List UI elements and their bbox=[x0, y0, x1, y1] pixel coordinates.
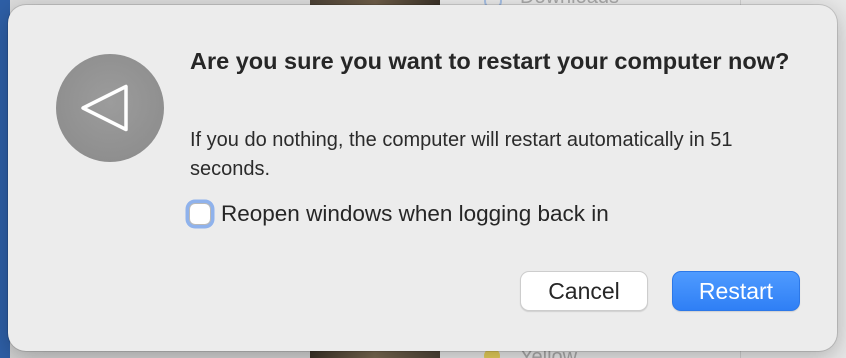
reopen-windows-checkbox[interactable] bbox=[189, 203, 211, 225]
restart-triangle-icon bbox=[56, 54, 164, 162]
reopen-windows-label[interactable]: Reopen windows when logging back in bbox=[221, 201, 609, 227]
dialog-title: Are you sure you want to restart your co… bbox=[190, 48, 790, 74]
cancel-button[interactable]: Cancel bbox=[520, 271, 648, 311]
reopen-windows-checkbox-row[interactable]: Reopen windows when logging back in bbox=[186, 199, 609, 229]
triangle-glyph bbox=[81, 84, 128, 132]
restart-button[interactable]: Restart bbox=[672, 271, 800, 311]
dialog-message: If you do nothing, the computer will res… bbox=[190, 129, 733, 180]
restart-dialog: Are you sure you want to restart your co… bbox=[8, 5, 837, 351]
